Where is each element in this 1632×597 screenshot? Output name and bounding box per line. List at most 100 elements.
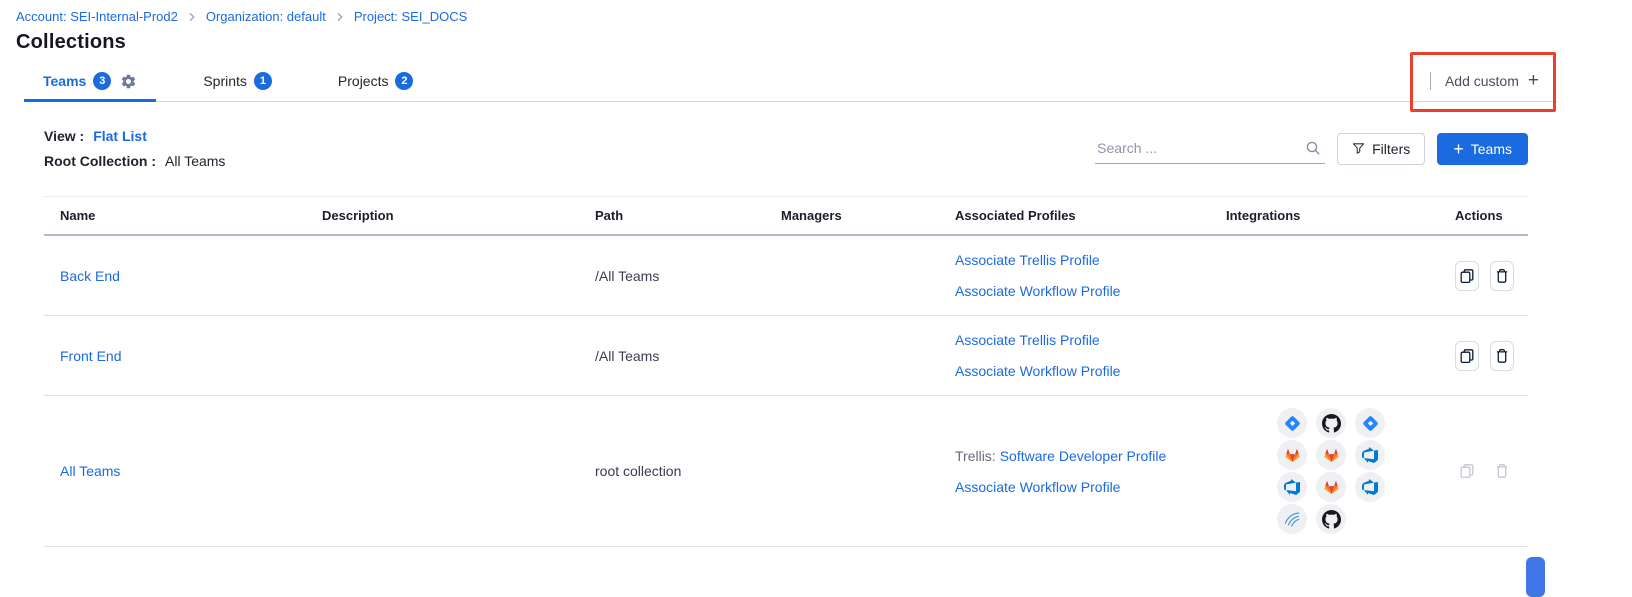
row-profiles-cell: Associate Trellis Profile Associate Workf… bbox=[955, 236, 1226, 315]
profile-line: Associate Trellis Profile bbox=[955, 330, 1100, 350]
tab-teams-label: Teams bbox=[43, 73, 86, 89]
breadcrumb: Account: SEI-Internal-Prod2 Organization… bbox=[16, 9, 1616, 24]
profile-link[interactable]: Software Developer Profile bbox=[1000, 448, 1167, 464]
row-profiles-cell: Trellis:Software Developer Profile Associ… bbox=[955, 432, 1226, 511]
profile-line: Associate Trellis Profile bbox=[955, 250, 1100, 270]
add-custom-button[interactable]: Add custom + bbox=[1445, 73, 1539, 89]
filters-button-label: Filters bbox=[1372, 141, 1410, 157]
filter-funnel-icon bbox=[1352, 142, 1365, 155]
chevron-right-icon bbox=[335, 12, 345, 22]
table-body: Back End /All Teams Associate Trellis Pr… bbox=[44, 236, 1528, 547]
column-header-path: Path bbox=[595, 208, 781, 223]
plus-icon: + bbox=[1528, 74, 1539, 88]
profile-line: Associate Workflow Profile bbox=[955, 361, 1120, 381]
gitlab-icon bbox=[1277, 440, 1307, 470]
flat-list-link[interactable]: Flat List bbox=[93, 128, 147, 144]
controls-row: View : Flat List Root Collection : All T… bbox=[44, 128, 1528, 169]
filters-button[interactable]: Filters bbox=[1337, 133, 1425, 165]
table-header: Name Description Path Managers Associate… bbox=[44, 196, 1528, 236]
azure-icon bbox=[1355, 472, 1385, 502]
profile-line: Trellis:Software Developer Profile bbox=[955, 446, 1166, 466]
collection-name-link[interactable]: All Teams bbox=[60, 463, 120, 479]
tab-projects-label: Projects bbox=[338, 73, 389, 89]
copy-button[interactable] bbox=[1455, 261, 1479, 291]
collection-name-link[interactable]: Back End bbox=[60, 268, 120, 284]
row-name-cell: Back End bbox=[44, 268, 322, 284]
profile-line: Associate Workflow Profile bbox=[955, 477, 1120, 497]
page-title: Collections bbox=[16, 31, 1616, 54]
gear-icon[interactable] bbox=[120, 73, 137, 90]
table-row: Front End /All Teams Associate Trellis P… bbox=[44, 316, 1528, 396]
column-header-managers: Managers bbox=[781, 208, 955, 223]
add-custom-label: Add custom bbox=[1445, 73, 1519, 89]
column-header-actions: Actions bbox=[1455, 208, 1528, 223]
main-content: View : Flat List Root Collection : All T… bbox=[0, 102, 1632, 547]
tab-teams[interactable]: Teams 3 bbox=[24, 61, 156, 101]
breadcrumb-organization-link[interactable]: Organization: default bbox=[206, 9, 326, 24]
breadcrumb-project-link[interactable]: Project: SEI_DOCS bbox=[354, 9, 467, 24]
gitlab-icon bbox=[1316, 440, 1346, 470]
profile-link[interactable]: Associate Workflow Profile bbox=[955, 479, 1120, 495]
profile-prefix-label: Trellis: bbox=[955, 448, 996, 464]
breadcrumb-account-link[interactable]: Account: SEI-Internal-Prod2 bbox=[16, 9, 178, 24]
collection-name-link[interactable]: Front End bbox=[60, 348, 121, 364]
row-integrations-cell bbox=[1226, 264, 1455, 288]
chevron-right-icon bbox=[187, 12, 197, 22]
azure-icon bbox=[1277, 472, 1307, 502]
search-input[interactable] bbox=[1095, 134, 1325, 164]
profile-link[interactable]: Associate Workflow Profile bbox=[955, 363, 1120, 379]
integrations-grid bbox=[1277, 396, 1385, 546]
row-actions-cell bbox=[1455, 456, 1528, 486]
gitlab-icon bbox=[1316, 472, 1346, 502]
vertical-divider bbox=[1430, 72, 1431, 90]
row-path-cell: /All Teams bbox=[595, 348, 781, 364]
row-path-cell: /All Teams bbox=[595, 268, 781, 284]
jira-icon bbox=[1355, 408, 1385, 438]
delete-button bbox=[1490, 456, 1514, 486]
top-bar: Account: SEI-Internal-Prod2 Organization… bbox=[0, 0, 1632, 54]
profile-link[interactable]: Associate Trellis Profile bbox=[955, 332, 1100, 348]
integrations-grid bbox=[1277, 264, 1385, 288]
row-profiles-cell: Associate Trellis Profile Associate Workf… bbox=[955, 316, 1226, 395]
row-actions-cell bbox=[1455, 261, 1528, 291]
add-teams-button[interactable]: + Teams bbox=[1437, 133, 1528, 165]
column-header-associated-profiles: Associated Profiles bbox=[955, 208, 1226, 223]
table-actions: Filters + Teams bbox=[1095, 133, 1528, 165]
collections-table: Name Description Path Managers Associate… bbox=[44, 196, 1528, 547]
row-actions-cell bbox=[1455, 341, 1528, 371]
view-label: View : bbox=[44, 128, 84, 144]
column-header-description: Description bbox=[322, 208, 595, 223]
add-custom-area: Add custom + bbox=[1430, 72, 1557, 90]
teams-count-badge: 3 bbox=[93, 72, 111, 90]
column-header-name: Name bbox=[44, 208, 322, 223]
profile-link[interactable]: Associate Workflow Profile bbox=[955, 283, 1120, 299]
view-controls: View : Flat List Root Collection : All T… bbox=[44, 128, 225, 169]
chat-widget-partial[interactable] bbox=[1526, 557, 1545, 597]
tab-sprints[interactable]: Sprints 1 bbox=[184, 61, 291, 101]
projects-count-badge: 2 bbox=[395, 72, 413, 90]
column-header-integrations: Integrations bbox=[1226, 208, 1455, 223]
github-icon bbox=[1316, 504, 1346, 534]
sonarqube-icon bbox=[1277, 504, 1307, 534]
azure-icon bbox=[1355, 440, 1385, 470]
table-row: Back End /All Teams Associate Trellis Pr… bbox=[44, 236, 1528, 316]
row-integrations-cell bbox=[1226, 344, 1455, 368]
tab-projects[interactable]: Projects 2 bbox=[319, 61, 433, 101]
copy-button[interactable] bbox=[1455, 341, 1479, 371]
profile-line: Associate Workflow Profile bbox=[955, 281, 1120, 301]
plus-icon: + bbox=[1453, 142, 1464, 156]
delete-button[interactable] bbox=[1490, 341, 1514, 371]
row-name-cell: Front End bbox=[44, 348, 322, 364]
row-path-cell: root collection bbox=[595, 463, 781, 479]
search-box bbox=[1095, 134, 1325, 164]
sprints-count-badge: 1 bbox=[254, 72, 272, 90]
row-name-cell: All Teams bbox=[44, 463, 322, 479]
row-integrations-cell bbox=[1226, 396, 1455, 546]
search-icon bbox=[1305, 140, 1321, 156]
profile-link[interactable]: Associate Trellis Profile bbox=[955, 252, 1100, 268]
root-collection-value: All Teams bbox=[165, 153, 225, 169]
delete-button[interactable] bbox=[1490, 261, 1514, 291]
tab-bar: Teams 3 Sprints 1 Projects 2 Add custom … bbox=[24, 61, 1557, 102]
github-icon bbox=[1316, 408, 1346, 438]
integrations-grid bbox=[1277, 344, 1385, 368]
